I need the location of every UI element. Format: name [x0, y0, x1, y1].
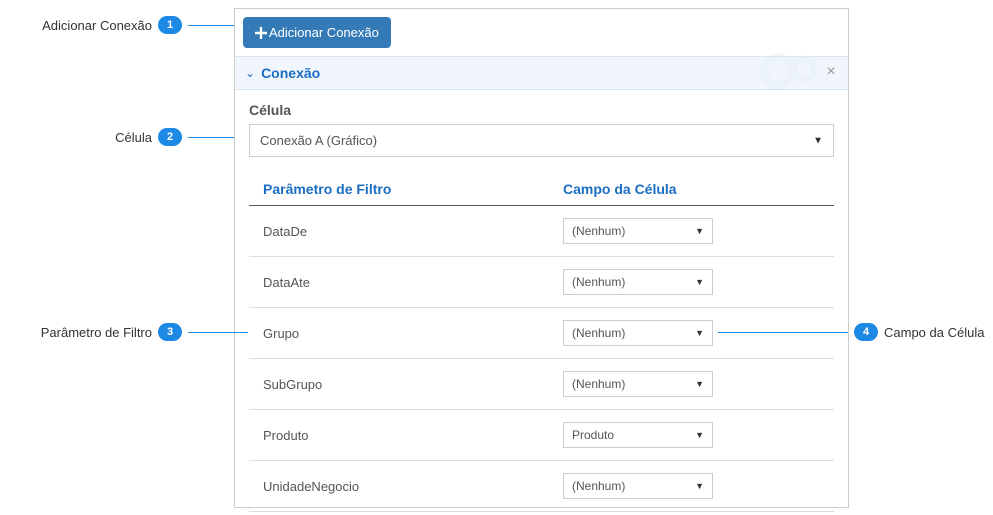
- table-row: DataDe (Nenhum) ▼: [249, 206, 834, 257]
- campo-select[interactable]: (Nenhum) ▼: [563, 473, 713, 499]
- campo-select-value: (Nenhum): [572, 326, 625, 340]
- decorative-swirl: [760, 51, 820, 91]
- param-name: DataAte: [263, 275, 563, 290]
- table-row: UnidadeNegocio (Nenhum) ▼: [249, 461, 834, 512]
- caret-icon: ▼: [695, 328, 704, 338]
- caret-icon: ▼: [695, 481, 704, 491]
- caret-icon: ▼: [695, 379, 704, 389]
- campo-select[interactable]: Produto ▼: [563, 422, 713, 448]
- campo-select[interactable]: (Nenhum) ▼: [563, 371, 713, 397]
- add-connection-button[interactable]: Adicionar Conexão: [243, 17, 391, 48]
- campo-select-value: (Nenhum): [572, 377, 625, 391]
- caret-icon: ▼: [695, 226, 704, 236]
- celula-select-value: Conexão A (Gráfico): [260, 133, 377, 148]
- caret-icon: ▼: [813, 135, 823, 146]
- header-param: Parâmetro de Filtro: [263, 181, 563, 197]
- table-header: Parâmetro de Filtro Campo da Célula: [249, 173, 834, 206]
- campo-select[interactable]: (Nenhum) ▼: [563, 320, 713, 346]
- header-campo: Campo da Célula: [563, 181, 820, 197]
- param-name: Produto: [263, 428, 563, 443]
- caret-icon: ▼: [695, 277, 704, 287]
- campo-select-value: Produto: [572, 428, 614, 442]
- table-row: Produto Produto ▼: [249, 410, 834, 461]
- table-row: Grupo (Nenhum) ▼: [249, 308, 834, 359]
- section-title: Conexão: [261, 65, 320, 81]
- param-name: SubGrupo: [263, 377, 563, 392]
- table-row: DataAte (Nenhum) ▼: [249, 257, 834, 308]
- annotation-label-4: Campo da Célula: [884, 325, 984, 340]
- annotation-label-2: Célula: [115, 130, 152, 145]
- celula-label: Célula: [249, 102, 834, 118]
- param-table: Parâmetro de Filtro Campo da Célula Data…: [249, 173, 834, 512]
- celula-select[interactable]: Conexão A (Gráfico) ▼: [249, 124, 834, 157]
- campo-select-value: (Nenhum): [572, 224, 625, 238]
- annotation-label-1: Adicionar Conexão: [42, 18, 152, 33]
- panel: Adicionar Conexão ⌄ Conexão × Célula Con…: [234, 8, 849, 508]
- campo-select-value: (Nenhum): [572, 275, 625, 289]
- caret-icon: ▼: [695, 430, 704, 440]
- param-name: UnidadeNegocio: [263, 479, 563, 494]
- annotation-badge-3: 3: [158, 323, 182, 341]
- add-connection-label: Adicionar Conexão: [269, 25, 379, 40]
- plus-icon: [255, 27, 267, 39]
- campo-select[interactable]: (Nenhum) ▼: [563, 269, 713, 295]
- param-name: Grupo: [263, 326, 563, 341]
- annotation-badge-2: 2: [158, 128, 182, 146]
- annotation-badge-1: 1: [158, 16, 182, 34]
- annotation-label-3: Parâmetro de Filtro: [41, 325, 152, 340]
- param-name: DataDe: [263, 224, 563, 239]
- section-header[interactable]: ⌄ Conexão ×: [235, 56, 848, 90]
- close-icon[interactable]: ×: [822, 63, 840, 81]
- campo-select-value: (Nenhum): [572, 479, 625, 493]
- chevron-down-icon: ⌄: [245, 66, 255, 80]
- annotation-badge-4: 4: [854, 323, 878, 341]
- table-row: SubGrupo (Nenhum) ▼: [249, 359, 834, 410]
- campo-select[interactable]: (Nenhum) ▼: [563, 218, 713, 244]
